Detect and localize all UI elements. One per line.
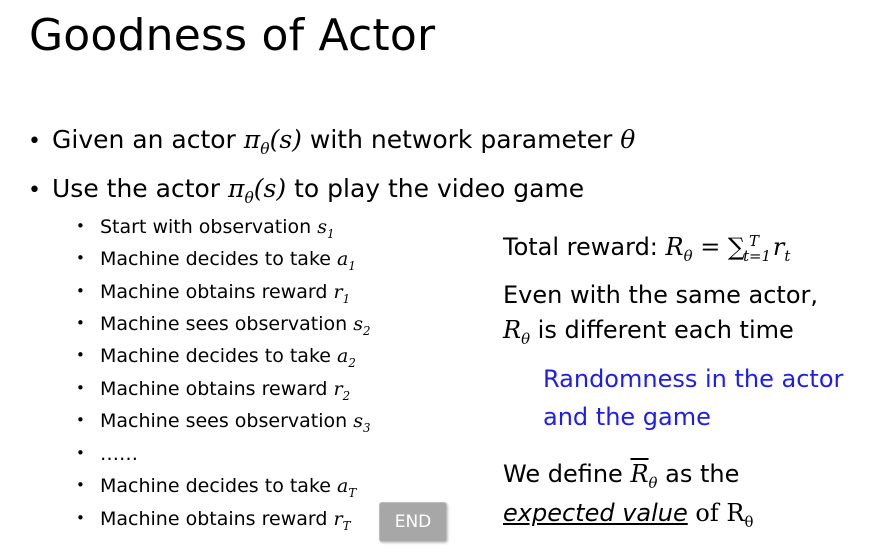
sub-bullet: • Machine sees observation s2	[76, 313, 371, 338]
expected-value-text: expected value of Rθ	[503, 499, 754, 531]
sub-bullet: • Start with observation s1	[76, 216, 335, 241]
bullet-dot: •	[28, 129, 41, 154]
sub-bullet: • Machine decides to take a2	[76, 345, 356, 370]
slide: Goodness of Actor • Given an actor πθ(s) …	[0, 0, 892, 552]
define-text: We define Rθ as the	[503, 460, 740, 492]
bullet-dot: •	[28, 178, 41, 203]
bullet-use-actor: • Use the actor πθ(s) to play the video g…	[28, 174, 585, 207]
randomness-text-line1: Randomness in the actor	[543, 365, 844, 393]
sub-bullet: •……	[76, 443, 138, 465]
bullet-given-actor: • Given an actor πθ(s) with network param…	[28, 125, 636, 158]
end-button[interactable]: END	[379, 502, 447, 542]
sub-bullet: • Machine obtains reward rT	[76, 508, 351, 533]
sub-bullet: • Machine obtains reward r2	[76, 378, 351, 403]
randomness-text-line2: and the game	[543, 403, 711, 431]
even-same-actor-text: Even with the same actor,	[503, 281, 819, 309]
sub-bullet: • Machine sees observation s3	[76, 410, 371, 435]
different-each-time-text: Rθ is different each time	[503, 316, 794, 348]
slide-title: Goodness of Actor	[29, 10, 436, 61]
sub-bullet: • Machine decides to take aT	[76, 475, 357, 500]
sub-bullet: • Machine obtains reward r1	[76, 281, 351, 306]
sub-bullet: • Machine decides to take a1	[76, 248, 356, 273]
total-reward-formula: Total reward: Rθ = ∑t=1T rt	[503, 232, 791, 265]
